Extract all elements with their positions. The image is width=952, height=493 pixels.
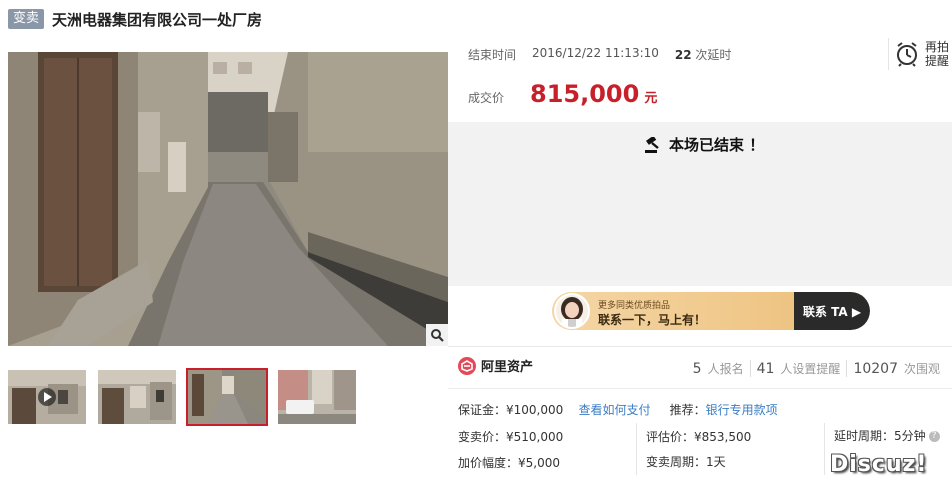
title-row: 变卖 天洲电器集团有限公司一处厂房: [8, 8, 262, 30]
sale-period-row: 变卖周期：1天: [646, 453, 726, 470]
sale-type-badge: 变卖: [8, 9, 45, 29]
brand-name: 阿里资产: [481, 360, 534, 375]
sale-period-value: 1天: [706, 455, 726, 469]
auction-ended-text: 本场已结束 ！: [669, 136, 765, 154]
eval-price-label: 评估价：: [646, 430, 695, 444]
main-photo[interactable]: [8, 52, 448, 346]
deal-price-value: 815,000: [530, 80, 640, 108]
increment-value: ¥5,000: [518, 456, 561, 470]
zoom-button[interactable]: [426, 324, 448, 346]
column-divider: [824, 423, 825, 475]
end-time-value: 2016/12/22 11:13:10: [532, 46, 659, 60]
sale-price-label: 变卖价：: [458, 430, 507, 444]
ali-assets-logo-icon: [458, 356, 476, 375]
remind-label: 再拍提醒: [925, 40, 950, 68]
auction-ended-panel: 本场已结束 ！: [448, 122, 952, 286]
banner-subtitle: 更多同类优质拍品: [598, 301, 671, 311]
thumbnail-3-selected[interactable]: [186, 368, 268, 426]
stat-signups: 5 人报名: [687, 360, 750, 377]
sale-price-value: ¥510,000: [506, 430, 564, 444]
recommend-label: 推荐：: [669, 403, 706, 417]
contact-ta-button[interactable]: 联系 TA ▶: [794, 292, 870, 330]
delay-count: 22 次延时: [675, 46, 732, 63]
section-divider: [448, 346, 952, 347]
end-time-label: 结束时间: [468, 48, 517, 62]
thumbnail-video[interactable]: [8, 370, 86, 424]
discuz-watermark: Discuz!: [830, 452, 928, 477]
help-icon[interactable]: ?: [928, 431, 940, 442]
alarm-clock-icon: [897, 42, 917, 67]
column-divider: [636, 423, 637, 475]
thumbnail-strip: [8, 368, 368, 426]
deal-price-unit: 元: [644, 91, 658, 106]
stat-label: 次围观: [903, 362, 940, 376]
delay-count-number: 22: [674, 48, 692, 62]
delay-period-label: 延时周期：: [834, 429, 895, 443]
deposit-row: 保证金：¥100,000 查看如何支付 推荐：银行专用款项: [458, 401, 778, 418]
end-time-row: 结束时间 2016/12/22 11:13:10 22 次延时: [468, 46, 731, 63]
stat-number: 41: [756, 361, 775, 377]
banner-headline: 联系一下，马上有！: [598, 313, 707, 327]
brand[interactable]: 阿里资产: [458, 356, 533, 375]
increment-label: 加价幅度：: [458, 456, 519, 470]
deposit-label: 保证金：: [458, 403, 507, 417]
deal-price-label: 成交价: [468, 91, 505, 105]
how-to-pay-link[interactable]: 查看如何支付: [579, 403, 651, 417]
stat-reminders: 41 人设置提醒: [749, 360, 847, 377]
stat-label: 人设置提醒: [780, 362, 841, 376]
agent-avatar: [554, 293, 590, 329]
alley-photo: [8, 52, 448, 346]
deal-price-row: 成交价 815,000 元: [468, 80, 657, 108]
delay-period-row: 延时周期：5分钟?: [834, 427, 940, 444]
delay-count-label: 次延时: [695, 48, 732, 62]
sale-price-row: 变卖价：¥510,000: [458, 428, 563, 445]
sale-period-label: 变卖周期：: [646, 455, 707, 469]
deposit-value: ¥100,000: [506, 403, 564, 417]
auction-details: 保证金：¥100,000 查看如何支付 推荐：银行专用款项 变卖价：¥510,0…: [448, 388, 952, 493]
increment-row: 加价幅度：¥5,000: [458, 454, 560, 471]
auction-stats: 5 人报名 41 人设置提醒 10207 次围观: [687, 360, 946, 377]
stat-label: 人报名: [707, 362, 744, 376]
thumbnail-2[interactable]: [98, 370, 176, 424]
eval-price-value: ¥853,500: [694, 430, 752, 444]
auction-ended-status: 本场已结束 ！: [644, 134, 764, 155]
delay-period-value: 5分钟: [894, 429, 926, 443]
stat-number: 5: [692, 361, 702, 377]
eval-price-row: 评估价：¥853,500: [646, 428, 751, 445]
magnifier-icon: [431, 329, 444, 342]
gavel-icon: [645, 136, 659, 153]
page-title: 天洲电器集团有限公司一处厂房: [52, 10, 263, 29]
stat-number: 10207: [853, 361, 898, 377]
stat-views: 10207 次围观: [846, 360, 946, 377]
contact-banner[interactable]: 更多同类优质拍品 联系一下，马上有！ 联系 TA ▶: [552, 292, 870, 330]
remind-button[interactable]: 再拍提醒: [888, 38, 952, 70]
thumbnail-4[interactable]: [278, 370, 356, 424]
bank-funds-link[interactable]: 银行专用款项: [706, 403, 778, 417]
